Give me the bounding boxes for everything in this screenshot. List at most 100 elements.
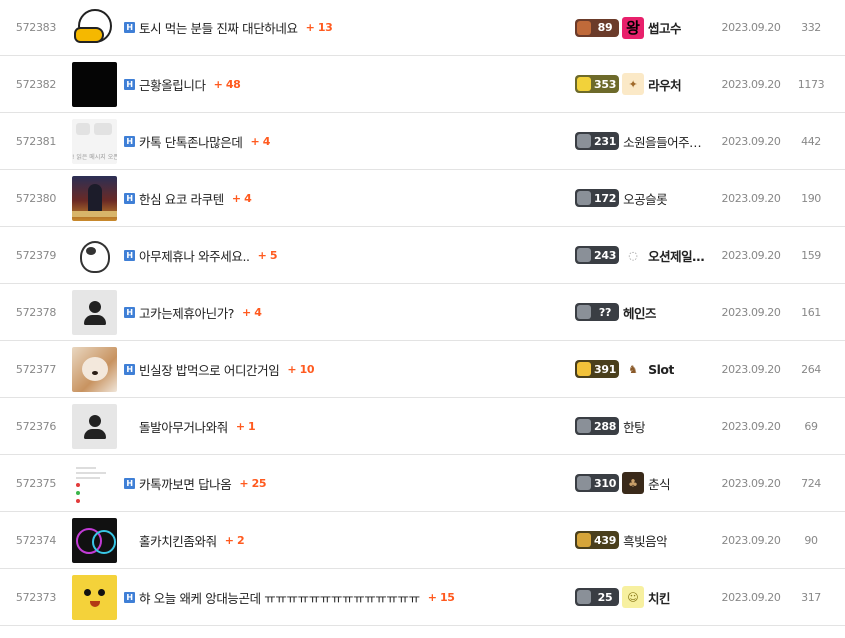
post-date: 2023.09.20 bbox=[721, 191, 781, 205]
post-thumbnail[interactable] bbox=[72, 284, 118, 340]
view-count: 190 bbox=[801, 191, 821, 205]
post-thumbnail[interactable] bbox=[72, 0, 118, 55]
post-author[interactable]: 25 ☺ 치킨 bbox=[575, 569, 715, 625]
author-nickname[interactable]: 헤인즈 bbox=[623, 303, 656, 322]
post-author[interactable]: ?? 헤인즈 bbox=[575, 284, 715, 340]
post-title-cell[interactable]: H 고카는제휴아닌가? + 4 bbox=[124, 284, 564, 340]
author-nickname[interactable]: 한탕 bbox=[623, 417, 645, 436]
author-nickname[interactable]: 오션제일… bbox=[648, 246, 704, 265]
thumbnail-image[interactable] bbox=[72, 460, 117, 506]
post-row[interactable]: 572383 H 토시 먹는 분들 진짜 대단하네요 + 13 89 왕 썹고수… bbox=[0, 0, 845, 56]
image-badge-icon: H bbox=[124, 363, 135, 375]
post-row[interactable]: 572378 H 고카는제휴아닌가? + 4 ?? 헤인즈 2023.09.20… bbox=[0, 284, 845, 341]
post-title[interactable]: 빈실장 밥먹으로 어디간거임 bbox=[139, 360, 280, 379]
comment-count[interactable]: + 25 bbox=[239, 477, 266, 490]
thumbnail-image[interactable] bbox=[72, 175, 117, 221]
post-row[interactable]: 572381 ! 읽은 메시지 오픈 H 카톡 단톡존나많은데 + 4 231 … bbox=[0, 113, 845, 170]
author-nickname[interactable]: 치킨 bbox=[648, 588, 670, 607]
comment-count[interactable]: + 13 bbox=[306, 21, 333, 34]
post-title-cell[interactable]: H 빈실장 밥먹으로 어디간거임 + 10 bbox=[124, 341, 564, 397]
post-author[interactable]: 243 ◌ 오션제일… bbox=[575, 227, 715, 283]
post-row[interactable]: 572379 H 아무제휴나 와주세요.. + 5 243 ◌ 오션제일… 20… bbox=[0, 227, 845, 284]
post-title[interactable]: 한심 요코 라쿠텐 bbox=[139, 189, 224, 208]
thumbnail-image[interactable] bbox=[72, 403, 117, 449]
post-row[interactable]: 572374 홀카치킨좀와줘 + 2 439 흑빛음악 2023.09.20 9… bbox=[0, 512, 845, 569]
post-date: 2023.09.20 bbox=[721, 362, 781, 376]
thumbnail-image[interactable]: ! 읽은 메시지 오픈 bbox=[72, 118, 117, 164]
author-nickname[interactable]: 흑빛음악 bbox=[623, 531, 667, 550]
post-thumbnail[interactable] bbox=[72, 341, 118, 397]
post-thumbnail[interactable] bbox=[72, 56, 118, 112]
author-nickname[interactable]: Slot bbox=[648, 362, 674, 377]
post-row[interactable]: 572377 H 빈실장 밥먹으로 어디간거임 + 10 391 ♞ Slot … bbox=[0, 341, 845, 398]
level-badge: 25 bbox=[575, 588, 619, 606]
post-row[interactable]: 572373 H 햐 오늘 왜케 앙대능곤데 ㅠㅠㅠㅠㅠㅠㅠㅠㅠㅠㅠㅠㅠㅠ + … bbox=[0, 569, 845, 626]
thumbnail-image[interactable] bbox=[72, 517, 117, 563]
comment-count[interactable]: + 15 bbox=[428, 591, 455, 604]
thumbnail-image[interactable] bbox=[72, 289, 117, 335]
author-nickname[interactable]: 썹고수 bbox=[648, 18, 681, 37]
level-badge: ?? bbox=[575, 303, 619, 321]
post-author[interactable]: 89 왕 썹고수 bbox=[575, 0, 715, 55]
post-title[interactable]: 아무제휴나 와주세요.. bbox=[139, 246, 250, 265]
post-title[interactable]: 고카는제휴아닌가? bbox=[139, 303, 234, 322]
thumbnail-image[interactable] bbox=[72, 5, 117, 50]
post-title-cell[interactable]: H 토시 먹는 분들 진짜 대단하네요 + 13 bbox=[124, 0, 564, 55]
post-row[interactable]: 572376 돌발아무거나와줘 + 1 288 한탕 2023.09.20 69 bbox=[0, 398, 845, 455]
author-nickname[interactable]: 소원을들어주… bbox=[623, 132, 701, 151]
post-author[interactable]: 310 ♣ 춘식 bbox=[575, 455, 715, 511]
comment-count[interactable]: + 5 bbox=[258, 249, 278, 262]
comment-count[interactable]: + 4 bbox=[242, 306, 262, 319]
post-title[interactable]: 카톡까보면 답나옴 bbox=[139, 474, 232, 493]
post-title[interactable]: 카톡 단톡존나많은데 bbox=[139, 132, 243, 151]
comment-count[interactable]: + 10 bbox=[287, 363, 314, 376]
comment-count[interactable]: + 2 bbox=[225, 534, 245, 547]
post-author[interactable]: 231 소원을들어주… bbox=[575, 113, 715, 169]
post-author[interactable]: 288 한탕 bbox=[575, 398, 715, 454]
post-title-cell[interactable]: H 카톡 단톡존나많은데 + 4 bbox=[124, 113, 564, 169]
comment-count[interactable]: + 1 bbox=[236, 420, 256, 433]
post-thumbnail[interactable] bbox=[72, 170, 118, 226]
post-author[interactable]: 439 흑빛음악 bbox=[575, 512, 715, 568]
thumbnail-image[interactable] bbox=[72, 232, 117, 278]
post-title-cell[interactable]: H 근황올립니다 + 48 bbox=[124, 56, 564, 112]
thumbnail-image[interactable] bbox=[72, 574, 117, 620]
post-title[interactable]: 햐 오늘 왜케 앙대능곤데 ㅠㅠㅠㅠㅠㅠㅠㅠㅠㅠㅠㅠㅠㅠ bbox=[139, 588, 420, 607]
post-title-cell[interactable]: H 한심 요코 라쿠텐 + 4 bbox=[124, 170, 564, 226]
post-title[interactable]: 근황올립니다 bbox=[139, 75, 206, 94]
post-title[interactable]: 토시 먹는 분들 진짜 대단하네요 bbox=[139, 18, 298, 37]
post-title-cell[interactable]: 돌발아무거나와줘 + 1 bbox=[124, 398, 564, 454]
comment-count[interactable]: + 4 bbox=[232, 192, 252, 205]
author-nickname[interactable]: 춘식 bbox=[648, 474, 670, 493]
comment-count[interactable]: + 48 bbox=[214, 78, 241, 91]
level-badge: 172 bbox=[575, 189, 620, 207]
post-title-cell[interactable]: 홀카치킨좀와줘 + 2 bbox=[124, 512, 564, 568]
image-badge-icon: H bbox=[124, 78, 135, 90]
post-thumbnail[interactable] bbox=[72, 398, 118, 454]
post-title-cell[interactable]: H 햐 오늘 왜케 앙대능곤데 ㅠㅠㅠㅠㅠㅠㅠㅠㅠㅠㅠㅠㅠㅠ + 15 bbox=[124, 569, 564, 625]
post-thumbnail[interactable]: ! 읽은 메시지 오픈 bbox=[72, 113, 118, 169]
post-title[interactable]: 돌발아무거나와줘 bbox=[139, 417, 228, 436]
post-thumbnail[interactable] bbox=[72, 227, 118, 283]
post-title-cell[interactable]: H 아무제휴나 와주세요.. + 5 bbox=[124, 227, 564, 283]
post-title[interactable]: 홀카치킨좀와줘 bbox=[139, 531, 217, 550]
post-title-cell[interactable]: H 카톡까보면 답나옴 + 25 bbox=[124, 455, 564, 511]
post-author[interactable]: 391 ♞ Slot bbox=[575, 341, 715, 397]
post-row[interactable]: 572380 H 한심 요코 라쿠텐 + 4 172 오공슬롯 2023.09.… bbox=[0, 170, 845, 227]
post-author[interactable]: 353 ✦ 라우처 bbox=[575, 56, 715, 112]
author-avatar: ♞ bbox=[622, 358, 645, 380]
post-thumbnail[interactable] bbox=[72, 569, 118, 625]
author-nickname[interactable]: 라우처 bbox=[648, 75, 681, 94]
author-nickname[interactable]: 오공슬롯 bbox=[623, 189, 667, 208]
thumbnail-image[interactable] bbox=[72, 346, 117, 392]
comment-count[interactable]: + 4 bbox=[250, 135, 270, 148]
post-number: 572373 bbox=[15, 590, 57, 604]
post-thumbnail[interactable] bbox=[72, 455, 118, 511]
post-number: 572382 bbox=[15, 77, 57, 91]
thumbnail-image[interactable] bbox=[72, 61, 117, 107]
post-author[interactable]: 172 오공슬롯 bbox=[575, 170, 715, 226]
post-number: 572374 bbox=[15, 533, 57, 547]
post-row[interactable]: 572382 H 근황올립니다 + 48 353 ✦ 라우처 2023.09.2… bbox=[0, 56, 845, 113]
post-thumbnail[interactable] bbox=[72, 512, 118, 568]
post-row[interactable]: 572375 H 카톡까보면 답나옴 + 25 310 ♣ 춘식 2023.09… bbox=[0, 455, 845, 512]
